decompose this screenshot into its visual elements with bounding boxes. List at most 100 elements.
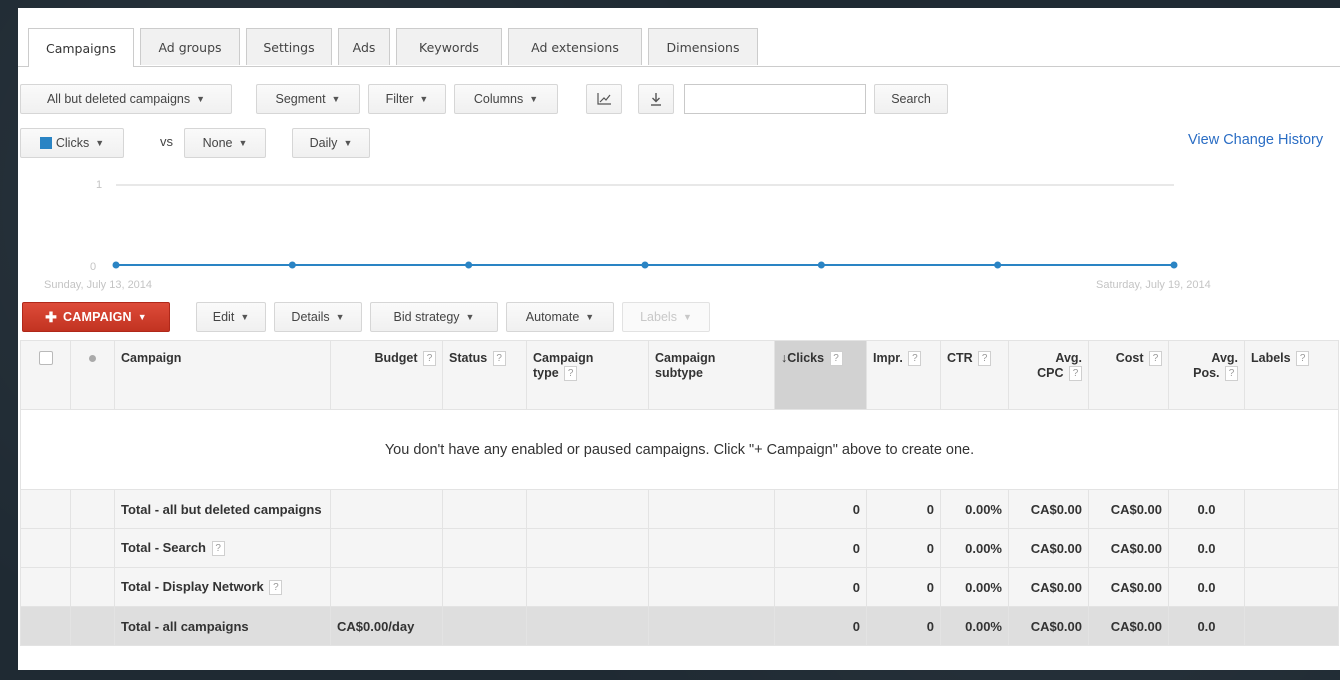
total-budget — [330, 528, 443, 568]
total-clicks: 0 — [774, 489, 867, 529]
table-cell — [1244, 606, 1339, 646]
columns-dropdown[interactable]: Columns ▼ — [454, 84, 558, 114]
total-impr: 0 — [866, 606, 941, 646]
header-avg-cpc[interactable]: Avg. CPC ? — [1008, 340, 1089, 410]
columns-label: Columns — [473, 92, 524, 106]
help-icon[interactable]: ? — [1296, 351, 1310, 367]
total-impr: 0 — [866, 528, 941, 568]
total-avg-cpc: CA$0.00 — [1008, 489, 1089, 529]
data-point[interactable] — [817, 261, 825, 269]
tab-dimensions[interactable]: Dimensions — [648, 28, 758, 65]
table-cell — [526, 489, 649, 529]
data-point[interactable] — [1170, 261, 1178, 269]
tab-ads[interactable]: Ads — [338, 28, 390, 65]
header-labels[interactable]: Labels ? — [1244, 340, 1339, 410]
plus-icon: ✚ — [45, 308, 58, 325]
help-icon[interactable]: ? — [1149, 351, 1162, 367]
view-change-history-link[interactable]: View Change History — [1188, 132, 1323, 148]
segment-dropdown[interactable]: Segment ▼ — [256, 84, 360, 114]
total-name-cell: Total - Display Network ? — [114, 567, 331, 607]
tab-keywords[interactable]: Keywords — [396, 28, 502, 65]
metric2-label: None — [202, 136, 233, 150]
vs-label: vs — [160, 134, 173, 149]
x-end-label: Saturday, July 19, 2014 — [1096, 279, 1211, 291]
help-icon[interactable]: ? — [211, 541, 225, 557]
y-tick-label: 0 — [90, 261, 96, 273]
header-budget-label: Budget — [374, 351, 418, 365]
header-impr[interactable]: Impr. ? — [866, 340, 941, 410]
data-point[interactable] — [994, 261, 1002, 269]
campaign-filter-dropdown[interactable]: All but deleted campaigns ▼ — [20, 84, 232, 114]
header-ctr[interactable]: CTR ? — [940, 340, 1009, 410]
x-start-label: Sunday, July 13, 2014 — [44, 279, 152, 291]
select-all-cell — [20, 340, 71, 410]
total-row-all-but-deleted: Total - all but deleted campaigns 0 0 0.… — [20, 489, 1339, 529]
data-point[interactable] — [288, 261, 296, 269]
total-cost: CA$0.00 — [1088, 528, 1169, 568]
help-icon[interactable]: ? — [492, 351, 506, 367]
total-name: Total - Search — [121, 539, 207, 555]
chart-series — [112, 261, 1178, 269]
download-button[interactable] — [638, 84, 674, 114]
metric2-dropdown[interactable]: None ▼ — [184, 128, 266, 158]
help-icon[interactable]: ? — [269, 580, 283, 596]
labels-dropdown[interactable]: Labels ▼ — [622, 302, 710, 332]
total-row-all-campaigns: Total - all campaigns CA$0.00/day 0 0 0.… — [20, 606, 1339, 646]
header-avg-pos-line1: Avg. — [1211, 351, 1238, 365]
help-icon[interactable]: ? — [908, 351, 922, 367]
help-icon[interactable]: ? — [1069, 366, 1082, 382]
total-name: Total - all campaigns — [114, 606, 331, 646]
search-button[interactable]: Search — [874, 84, 948, 114]
filter-dropdown[interactable]: Filter ▼ — [368, 84, 446, 114]
header-avg-pos[interactable]: Avg. Pos. ? — [1168, 340, 1245, 410]
segment-label: Segment — [275, 92, 326, 106]
tab-settings[interactable]: Settings — [246, 28, 332, 65]
header-campaign-type-line1: Campaign — [533, 351, 594, 365]
header-clicks[interactable]: ↓Clicks ? — [774, 340, 867, 410]
status-dot-icon — [89, 355, 96, 362]
header-campaign[interactable]: Campaign — [114, 340, 331, 410]
chevron-down-icon: ▼ — [335, 312, 345, 322]
add-campaign-button[interactable]: ✚ CAMPAIGN ▼ — [22, 302, 170, 332]
period-dropdown[interactable]: Daily ▼ — [292, 128, 370, 158]
table-cell — [20, 528, 71, 568]
help-icon[interactable]: ? — [978, 351, 992, 367]
total-budget — [330, 567, 443, 607]
help-icon[interactable]: ? — [829, 351, 843, 367]
header-campaign-type[interactable]: Campaign type ? — [526, 340, 649, 410]
header-status[interactable]: Status ? — [442, 340, 527, 410]
header-budget[interactable]: Budget ? — [330, 340, 443, 410]
total-ctr: 0.00% — [940, 567, 1009, 607]
toggle-graph-button[interactable] — [586, 84, 622, 114]
edit-dropdown[interactable]: Edit ▼ — [196, 302, 266, 332]
tab-campaigns[interactable]: Campaigns — [28, 28, 134, 67]
header-cost-label: Cost — [1115, 351, 1144, 365]
help-icon[interactable]: ? — [564, 366, 578, 382]
details-dropdown[interactable]: Details ▼ — [274, 302, 362, 332]
help-icon[interactable]: ? — [423, 351, 436, 367]
header-cost[interactable]: Cost ? — [1088, 340, 1169, 410]
help-icon[interactable]: ? — [1225, 366, 1238, 382]
search-input[interactable] — [684, 84, 866, 114]
select-all-checkbox[interactable] — [38, 351, 53, 365]
line-chart-icon — [597, 93, 611, 105]
performance-chart: 1 0 Sunday, July 13, 2014 Saturday, July… — [44, 179, 1211, 291]
total-budget — [330, 489, 443, 529]
bid-strategy-dropdown[interactable]: Bid strategy ▼ — [370, 302, 498, 332]
data-point[interactable] — [641, 261, 649, 269]
tab-ad-extensions[interactable]: Ad extensions — [508, 28, 642, 65]
table-cell — [20, 567, 71, 607]
table-cell — [70, 489, 115, 529]
total-row-display-network: Total - Display Network ? 0 0 0.00% CA$0… — [20, 567, 1339, 607]
total-row-search: Total - Search ? 0 0 0.00% CA$0.00 CA$0.… — [20, 528, 1339, 568]
header-campaign-subtype[interactable]: Campaign subtype — [648, 340, 775, 410]
automate-dropdown[interactable]: Automate ▼ — [506, 302, 614, 332]
edit-label: Edit — [212, 310, 235, 324]
tab-ad-groups[interactable]: Ad groups — [140, 28, 240, 65]
search-button-label: Search — [891, 92, 931, 106]
data-point[interactable] — [465, 261, 473, 269]
metric1-dropdown[interactable]: Clicks ▼ — [20, 128, 124, 158]
total-name: Total - Display Network — [121, 578, 264, 594]
chevron-down-icon: ▼ — [240, 312, 250, 322]
data-point[interactable] — [112, 261, 120, 269]
